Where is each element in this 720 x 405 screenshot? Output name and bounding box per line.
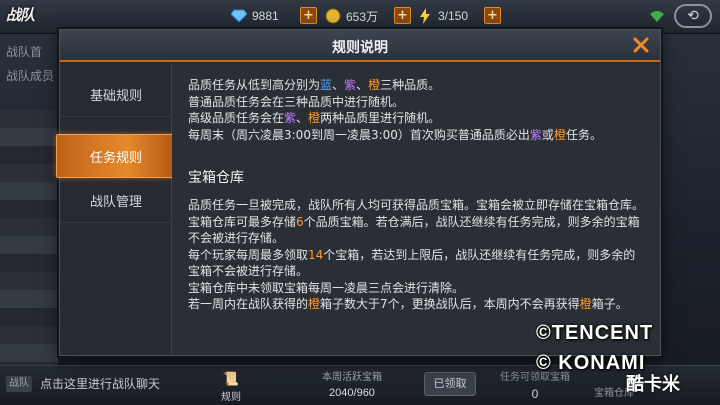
rules-label: 规则: [221, 392, 241, 403]
team-logo: 战队: [6, 6, 35, 24]
rule-para-orange-limit: 若一周内在战队获得的橙箱子数大于7个，更换战队后，本周内不会再获得橙箱子。: [188, 297, 628, 311]
team-side-menu: 战队首 战队成员: [0, 40, 62, 100]
close-button[interactable]: [630, 34, 652, 56]
wifi-icon: [648, 8, 666, 22]
gold-count: 653万: [346, 9, 379, 24]
rule-para-weekly-limit: 每个玩家每周最多领取14个宝箱，若达到上限后，战队还继续有任务完成，则多余的宝箱…: [188, 247, 636, 279]
claimed-button[interactable]: 已领取: [424, 372, 476, 396]
rules-tab-list: 基础规则 任务规则 战队管理: [56, 63, 176, 355]
dialog-title: 规则说明: [332, 40, 388, 56]
rule-para-clear: 宝箱仓库中未领取宝箱每周一凌晨三点会进行清除。: [188, 280, 465, 295]
tab-team-management[interactable]: 战队管理: [60, 179, 172, 223]
obtainable-value: 0: [531, 387, 539, 401]
diamond-resource: 9881: [230, 6, 279, 26]
rules-icon: 📜: [222, 372, 240, 387]
team-chat-input[interactable]: 点击这里进行战队聊天: [40, 375, 160, 392]
side-item-members[interactable]: 战队成员: [0, 64, 62, 88]
diamond-icon: [230, 8, 248, 24]
energy-bolt-icon: [416, 8, 434, 24]
gold-resource: 653万: [324, 6, 378, 26]
weekly-chest: 本周活跃宝箱 2040/960: [306, 368, 398, 404]
weekly-chest-label: 本周活跃宝箱: [322, 372, 382, 383]
side-item-home[interactable]: 战队首: [0, 40, 62, 64]
blurred-member-list: [0, 110, 58, 370]
rule-line-weekend: 每周末（周六凌晨3:00到周一凌晨3:00）首次购买普通品质必出紫或橙任务。: [188, 127, 602, 142]
energy-resource: 3/150: [416, 6, 468, 26]
add-energy-button[interactable]: +: [484, 7, 501, 24]
copyright-watermark: ©TENCENT © KONAMI: [536, 318, 653, 378]
rule-para-complete: 品质任务一旦被完成，战队所有人均可获得品质宝箱。宝箱会被立即存储在宝箱仓库。: [188, 198, 645, 212]
rule-line-quality: 品质任务从低到高分别为蓝、紫、橙三种品质。: [188, 78, 441, 92]
section-title-chest-storage: 宝箱仓库: [188, 170, 244, 186]
diamond-count: 9881: [252, 9, 279, 23]
close-icon: [633, 37, 649, 53]
site-watermark: 酷卡米: [626, 374, 680, 395]
rules-button[interactable]: 📜 规则: [214, 372, 248, 404]
chat-channel-tag: 战队: [6, 376, 32, 392]
dialog-header: 规则说明: [60, 30, 660, 62]
rules-content: 品质任务从低到高分别为蓝、紫、橙三种品质。 普通品质任务会在三种品质中进行随机。…: [172, 63, 660, 355]
rule-para-capacity: 宝箱仓库可最多存储6个品质宝箱。若仓满后，战队还继续有任务完成，则多余的宝箱不会…: [188, 214, 640, 246]
return-arrow-icon: ⟲: [687, 8, 699, 24]
tab-basic-rules[interactable]: 基础规则: [60, 73, 172, 117]
rules-dialog: 规则说明 基础规则 任务规则 战队管理 品质任务从低到高分别为蓝、紫、橙三种品质…: [56, 29, 661, 356]
weekly-chest-value: 2040/960: [329, 387, 375, 399]
back-button[interactable]: ⟲: [674, 4, 712, 28]
add-gold-button[interactable]: +: [394, 7, 411, 24]
rule-line-normal: 普通品质任务会在三种品质中进行随机。: [188, 94, 405, 109]
coin-icon: [324, 8, 342, 24]
watermark-tencent: ©TENCENT: [536, 322, 654, 344]
tab-task-rules[interactable]: 任务规则: [56, 134, 176, 178]
energy-count: 3/150: [438, 9, 469, 23]
rule-line-advanced: 高级品质任务会在紫、橙两种品质里进行随机。: [188, 111, 441, 125]
add-diamond-button[interactable]: +: [300, 7, 317, 24]
